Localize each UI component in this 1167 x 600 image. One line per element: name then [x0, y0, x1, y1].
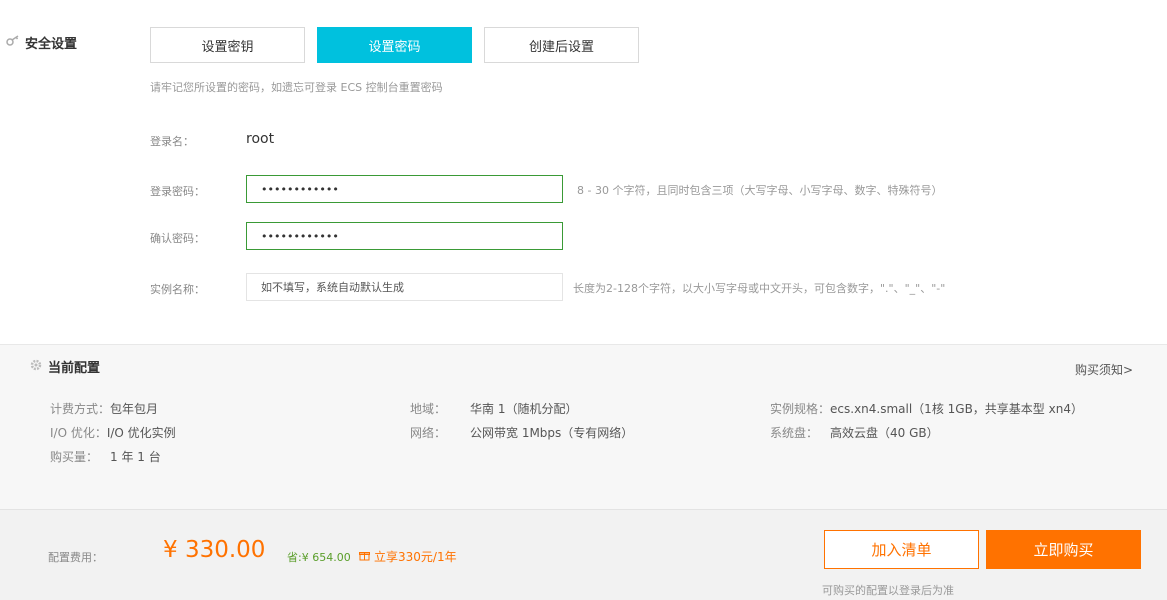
tab-set-password[interactable]: 设置密码 — [317, 27, 472, 63]
config-io: I/O 优化：I/O 优化实例 — [50, 424, 176, 441]
offer-text: 立享330元/1年 — [374, 550, 457, 564]
confirm-password-masked-value: •••••••••••• — [261, 229, 339, 243]
config-billing-key: 计费方式： — [50, 402, 111, 416]
login-config-note: 可购买的配置以登录后为准 — [822, 584, 954, 597]
config-network-key: 网络： — [410, 426, 447, 440]
password-rule-hint: 8 - 30 个字符，且同时包含三项（大写字母、小写字母、数字、特殊符号） — [577, 184, 943, 197]
config-spec-value: ecs.xn4.small（1核 1GB，共享基本型 xn4） — [830, 402, 1083, 416]
password-label: 登录密码： — [150, 185, 205, 198]
config-quantity-value: 1 年 1 台 — [110, 450, 161, 464]
add-to-list-button[interactable]: 加入清单 — [824, 530, 979, 569]
price-value: ¥ 330.00 — [163, 537, 266, 563]
price-label: 配置费用： — [48, 551, 103, 564]
buy-now-button[interactable]: 立即购买 — [986, 530, 1141, 569]
password-field[interactable]: •••••••••••• — [246, 175, 563, 203]
config-billing-value: 包年包月 — [110, 402, 159, 416]
security-section-title: 安全设置 — [6, 33, 77, 52]
login-name-value: root — [246, 131, 275, 147]
gift-icon — [359, 550, 370, 564]
instance-name-rule-hint: 长度为2-128个字符，以大小写字母或中文开头，可包含数字，"."、"_"、"-… — [573, 282, 946, 295]
config-disk-key: 系统盘： — [770, 426, 819, 440]
instance-name-label: 实例名称： — [150, 283, 205, 296]
purchase-notice-link[interactable]: 购买须知> — [1075, 361, 1133, 378]
config-quantity-key: 购买量： — [50, 450, 99, 464]
saving-text: 省:¥ 654.00 — [287, 551, 351, 564]
gear-icon — [30, 359, 42, 375]
instance-name-placeholder: 如不填写，系统自动默认生成 — [261, 281, 404, 294]
password-masked-value: •••••••••••• — [261, 182, 339, 196]
confirm-password-label: 确认密码： — [150, 232, 205, 245]
config-region-key: 地域： — [410, 402, 447, 416]
config-spec: 实例规格：ecs.xn4.small（1核 1GB，共享基本型 xn4） — [770, 400, 1083, 417]
tab-set-after-create[interactable]: 创建后设置 — [484, 27, 639, 63]
config-network-value: 公网带宽 1Mbps（专有网络） — [470, 426, 634, 440]
login-name-label: 登录名： — [150, 135, 194, 148]
offer-badge: 立享330元/1年 — [359, 548, 457, 565]
instance-name-input[interactable]: 如不填写，系统自动默认生成 — [246, 273, 563, 301]
config-title-text: 当前配置 — [48, 361, 101, 376]
config-region-value: 华南 1（随机分配） — [470, 402, 578, 416]
key-icon — [6, 34, 20, 51]
config-io-value: I/O 优化实例 — [106, 426, 176, 440]
security-title-text: 安全设置 — [25, 37, 78, 52]
config-io-key: I/O 优化： — [50, 426, 107, 440]
config-spec-key: 实例规格： — [770, 402, 831, 416]
config-billing: 计费方式：包年包月 — [50, 400, 158, 417]
current-config-title: 当前配置 — [30, 357, 100, 376]
config-quantity: 购买量： — [50, 448, 98, 465]
tab-set-key[interactable]: 设置密钥 — [150, 27, 305, 63]
config-disk-value: 高效云盘（40 GB） — [830, 426, 939, 440]
confirm-password-field[interactable]: •••••••••••• — [246, 222, 563, 250]
password-reminder-hint: 请牢记您所设置的密码，如遗忘可登录 ECS 控制台重置密码 — [150, 81, 443, 94]
